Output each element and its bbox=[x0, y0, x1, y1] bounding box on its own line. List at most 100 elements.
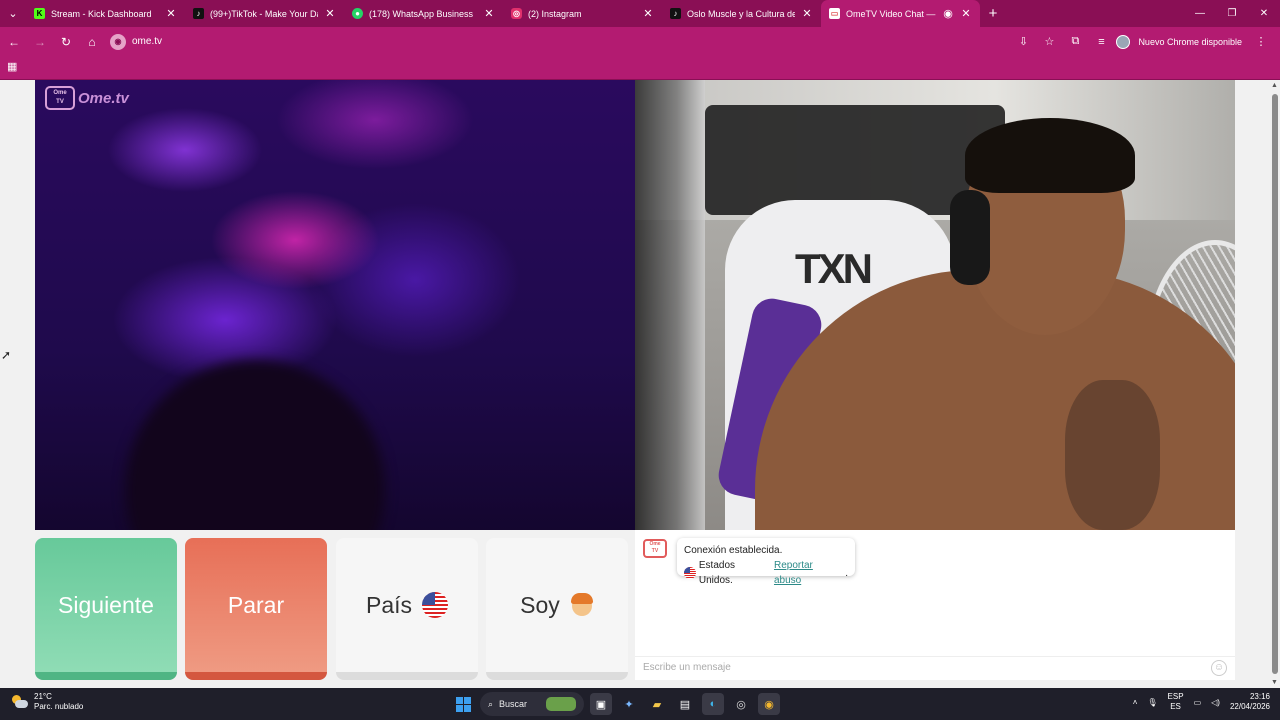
logo-badge-top: Ome bbox=[53, 90, 67, 96]
us-flag-icon bbox=[684, 567, 696, 579]
ometv-icon: ▭ bbox=[829, 8, 840, 19]
clock[interactable]: 23:16 22/04/2026 bbox=[1230, 692, 1270, 712]
home-icon[interactable]: ⌂ bbox=[80, 30, 104, 54]
partly-cloudy-icon bbox=[12, 695, 28, 709]
tab-strip: ⌄ K Stream - Kick Dashboard ✕ ♪ (99+)Tik… bbox=[0, 0, 1280, 27]
volume-icon[interactable]: ◁) bbox=[1211, 698, 1220, 707]
report-suffix: . bbox=[845, 567, 848, 579]
stop-button[interactable]: Parar bbox=[185, 538, 327, 680]
edge-icon[interactable]: ◐ bbox=[702, 693, 724, 715]
search-label: Buscar bbox=[499, 699, 528, 709]
close-window-icon[interactable]: ✕ bbox=[1248, 0, 1280, 27]
logo-badge-bottom: TV bbox=[56, 99, 64, 105]
us-flag-icon bbox=[422, 592, 449, 618]
avatar-badge-bottom: TV bbox=[651, 548, 659, 554]
bookmarks-bar: ▦ bbox=[0, 56, 1280, 80]
taskbar-search[interactable]: ⌕ Buscar bbox=[480, 692, 584, 716]
weather-temp: 21°C bbox=[34, 692, 52, 701]
tab-title: Stream - Kick Dashboard bbox=[51, 8, 152, 19]
bookmark-star-icon[interactable]: ☆ bbox=[1038, 31, 1060, 53]
chrome-icon[interactable]: ◉ bbox=[758, 693, 780, 715]
search-highlight-image bbox=[546, 697, 576, 711]
site-info-icon[interactable]: ◉ bbox=[110, 33, 126, 50]
tab-whatsapp[interactable]: ● (178) WhatsApp Business ✕ bbox=[344, 0, 503, 27]
report-abuse-link[interactable]: Reportar abuso bbox=[774, 558, 842, 588]
message-placeholder: Escribe un mensaje bbox=[643, 662, 731, 673]
tab-title: Oslo Muscle y la Cultura del Cu bbox=[687, 8, 795, 19]
profile-avatar[interactable] bbox=[1116, 34, 1131, 49]
gender-button[interactable]: Soy bbox=[486, 538, 628, 680]
country-button[interactable]: País bbox=[336, 538, 478, 680]
whatsapp-icon: ● bbox=[352, 8, 363, 19]
video-person-hair bbox=[965, 118, 1135, 193]
new-tab-button[interactable]: + bbox=[980, 0, 1006, 27]
mouse-cursor-icon: ➚ bbox=[1, 348, 12, 362]
tab-search-button[interactable]: ⌄ bbox=[0, 0, 26, 27]
tab-tiktok[interactable]: ♪ (99+)TikTok - Make Your Day ✕ bbox=[185, 0, 344, 27]
copilot-icon[interactable]: ✦ bbox=[618, 693, 640, 715]
tab-ometv[interactable]: ▭ OmeTV Video Chat — Ome ◉ ✕ bbox=[821, 0, 980, 27]
tiktok-icon: ♪ bbox=[670, 8, 681, 19]
window-controls: — ❐ ✕ bbox=[1184, 0, 1280, 27]
system-tray: ˄ 🎙 ESP ES ▭ ◁) 23:16 22/04/2026 bbox=[1133, 692, 1270, 712]
extensions-icon[interactable]: ⧉ bbox=[1064, 31, 1086, 53]
video-foreground-plastic bbox=[635, 80, 705, 530]
next-button[interactable]: Siguiente bbox=[35, 538, 177, 680]
tab-title: OmeTV Video Chat — Ome bbox=[846, 8, 936, 19]
tab-instagram[interactable]: ◎ (2) Instagram ✕ bbox=[503, 0, 662, 27]
close-tab-icon[interactable]: ✕ bbox=[642, 7, 654, 20]
url-text: ome.tv bbox=[132, 36, 163, 47]
local-silhouette bbox=[125, 360, 385, 530]
language-bottom: ES bbox=[1170, 702, 1181, 711]
clock-time: 23:16 bbox=[1249, 692, 1270, 701]
microphone-icon[interactable]: 🎙 bbox=[1147, 698, 1157, 707]
scrollbar-thumb[interactable] bbox=[1272, 94, 1278, 674]
chrome-update-label[interactable]: Nuevo Chrome disponible bbox=[1134, 37, 1246, 47]
ometv-logo: Ome TV Ome.tv bbox=[45, 86, 129, 110]
restore-icon[interactable]: ❐ bbox=[1216, 0, 1248, 27]
close-tab-icon[interactable]: ✕ bbox=[165, 7, 177, 20]
tab-oslo[interactable]: ♪ Oslo Muscle y la Cultura del Cu ✕ bbox=[662, 0, 821, 27]
country-text: Estados Unidos. bbox=[698, 560, 736, 586]
close-tab-icon[interactable]: ✕ bbox=[801, 7, 813, 20]
close-tab-icon[interactable]: ✕ bbox=[483, 7, 495, 20]
apps-grid-icon[interactable]: ▦ bbox=[7, 61, 19, 73]
tiktok-icon: ♪ bbox=[193, 8, 204, 19]
install-app-icon[interactable]: ⇩ bbox=[1012, 31, 1034, 53]
file-explorer-icon[interactable]: ▰ bbox=[646, 693, 668, 715]
store-icon[interactable]: ▤ bbox=[674, 693, 696, 715]
obs-icon[interactable]: ◎ bbox=[730, 693, 752, 715]
system-message: Conexión establecida. Estados Unidos. Re… bbox=[677, 538, 855, 586]
tray-overflow-icon[interactable]: ˄ bbox=[1133, 698, 1138, 707]
scroll-down-icon[interactable]: ▼ bbox=[1271, 679, 1278, 686]
language-indicator[interactable]: ESP ES bbox=[1168, 692, 1184, 712]
emoji-picker-icon[interactable]: ☺ bbox=[1211, 660, 1227, 676]
boy-emoji-icon bbox=[570, 592, 594, 618]
scroll-up-icon[interactable]: ▲ bbox=[1271, 82, 1278, 89]
kick-icon: K bbox=[34, 8, 45, 19]
menu-kebab-icon[interactable]: ⋮ bbox=[1250, 31, 1272, 53]
close-tab-icon[interactable]: ✕ bbox=[324, 7, 336, 20]
message-input[interactable]: Escribe un mensaje bbox=[635, 656, 1235, 680]
close-tab-icon[interactable]: ✕ bbox=[960, 7, 972, 20]
start-button[interactable] bbox=[452, 693, 474, 715]
gender-button-label: Soy bbox=[520, 591, 560, 618]
tab-title: (99+)TikTok - Make Your Day bbox=[210, 8, 318, 19]
windows-taskbar: 21°C Parc. nublado ⌕ Buscar ▣ ✦ ▰ ▤ ◐ ◎ … bbox=[0, 688, 1280, 720]
weather-widget[interactable]: 21°C Parc. nublado bbox=[12, 692, 83, 712]
page-scrollbar[interactable]: ▲ ▼ bbox=[1270, 80, 1280, 688]
tab-kick[interactable]: K Stream - Kick Dashboard ✕ bbox=[26, 0, 185, 27]
logo-word: Ome.tv bbox=[78, 89, 129, 107]
media-queue-icon[interactable]: ≡ bbox=[1090, 31, 1112, 53]
task-view-icon[interactable]: ▣ bbox=[590, 693, 612, 715]
minimize-icon[interactable]: — bbox=[1184, 0, 1216, 27]
chevron-down-icon: ⌄ bbox=[8, 8, 18, 20]
back-icon[interactable]: ← bbox=[2, 30, 26, 54]
reload-icon[interactable]: ↻ bbox=[54, 30, 78, 54]
network-icon[interactable]: ▭ bbox=[1194, 698, 1202, 707]
ometv-avatar-icon: Ome TV bbox=[643, 539, 667, 558]
forward-icon[interactable]: → bbox=[28, 30, 52, 54]
recording-icon: ◉ bbox=[943, 8, 953, 20]
address-bar[interactable]: ◉ ome.tv bbox=[110, 31, 162, 53]
country-button-label: País bbox=[365, 591, 413, 618]
